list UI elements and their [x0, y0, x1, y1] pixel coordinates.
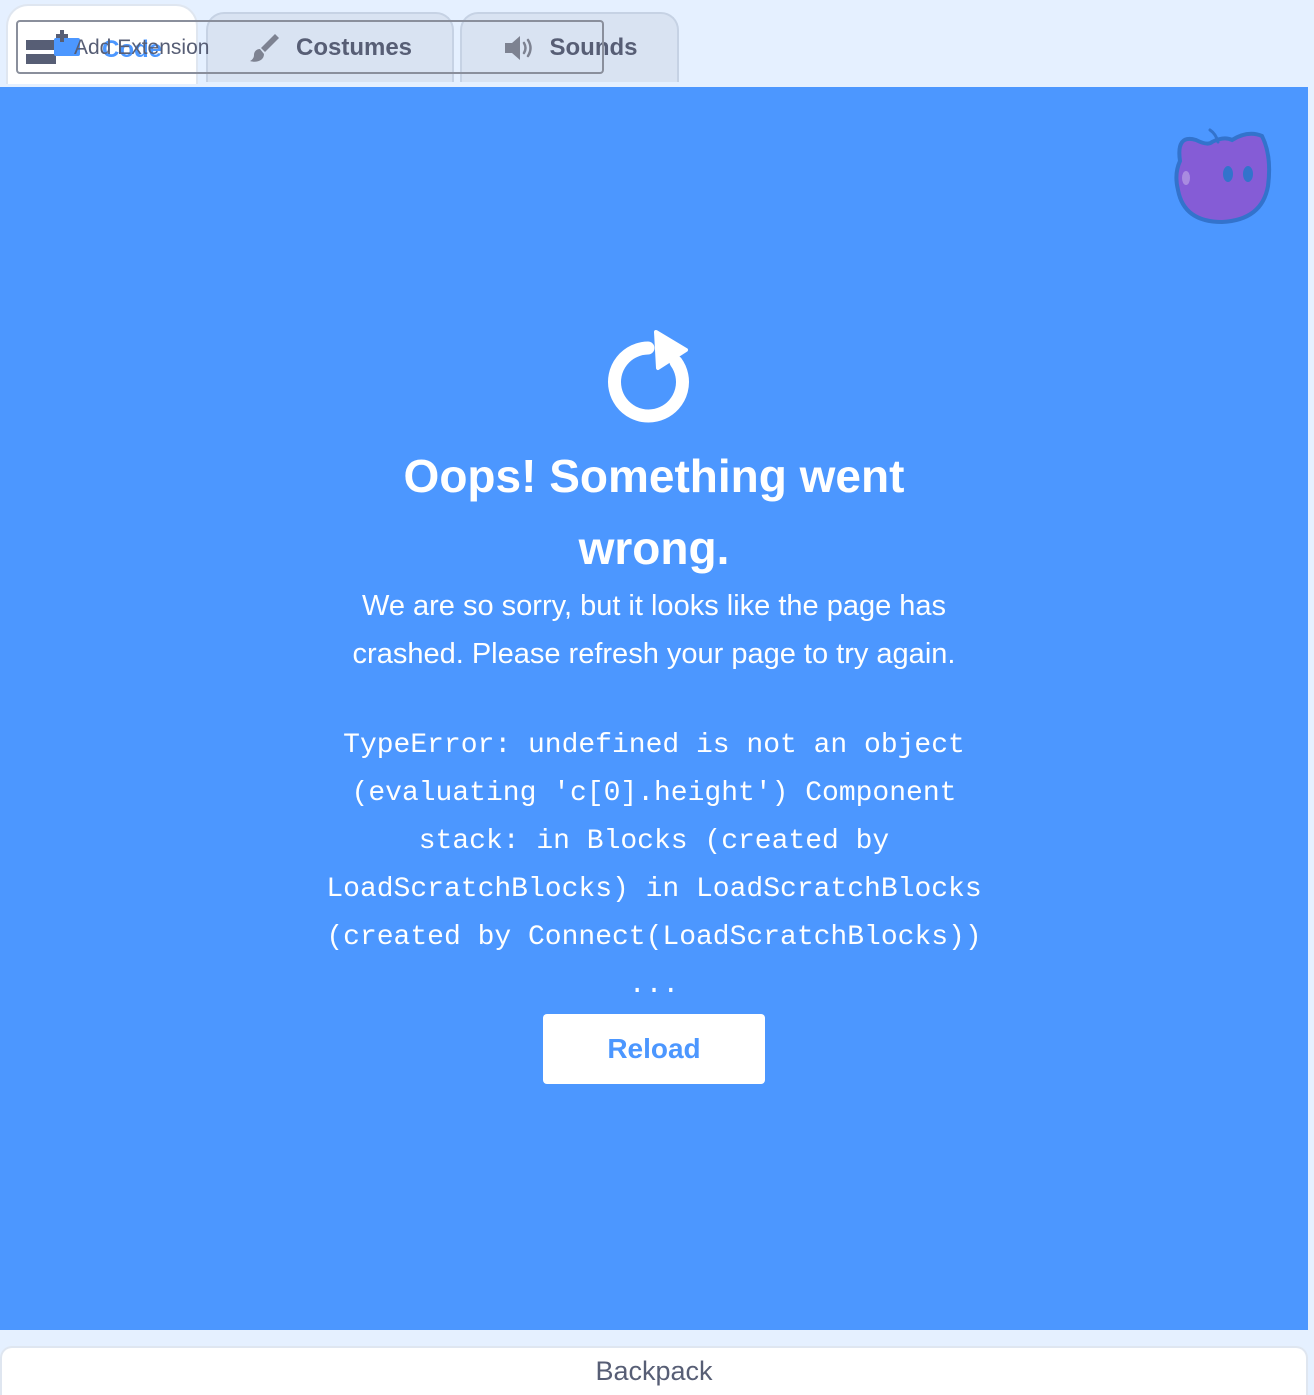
crash-message: We are so sorry, but it looks like the p…	[352, 590, 956, 670]
backpack-header[interactable]: Backpack	[0, 1346, 1308, 1395]
reload-icon	[604, 328, 704, 433]
tab-bar: Code Costumes Sounds Add Extension	[0, 0, 1314, 87]
scrollbar-track	[1308, 87, 1314, 1330]
crashed-cat-icon	[1172, 126, 1272, 231]
crash-title: Oops! Something went wrong.	[403, 450, 905, 574]
crash-message-panel	[0, 87, 1308, 1330]
scratch-editor: Code Costumes Sounds Add Extension Oops!…	[0, 0, 1314, 1395]
reload-button[interactable]: Reload	[543, 1014, 765, 1084]
backpack-label: Backpack	[595, 1356, 713, 1386]
crash-error-details: TypeError: undefined is not an object (e…	[326, 730, 982, 1001]
add-extension-label: Add Extension	[74, 36, 210, 59]
